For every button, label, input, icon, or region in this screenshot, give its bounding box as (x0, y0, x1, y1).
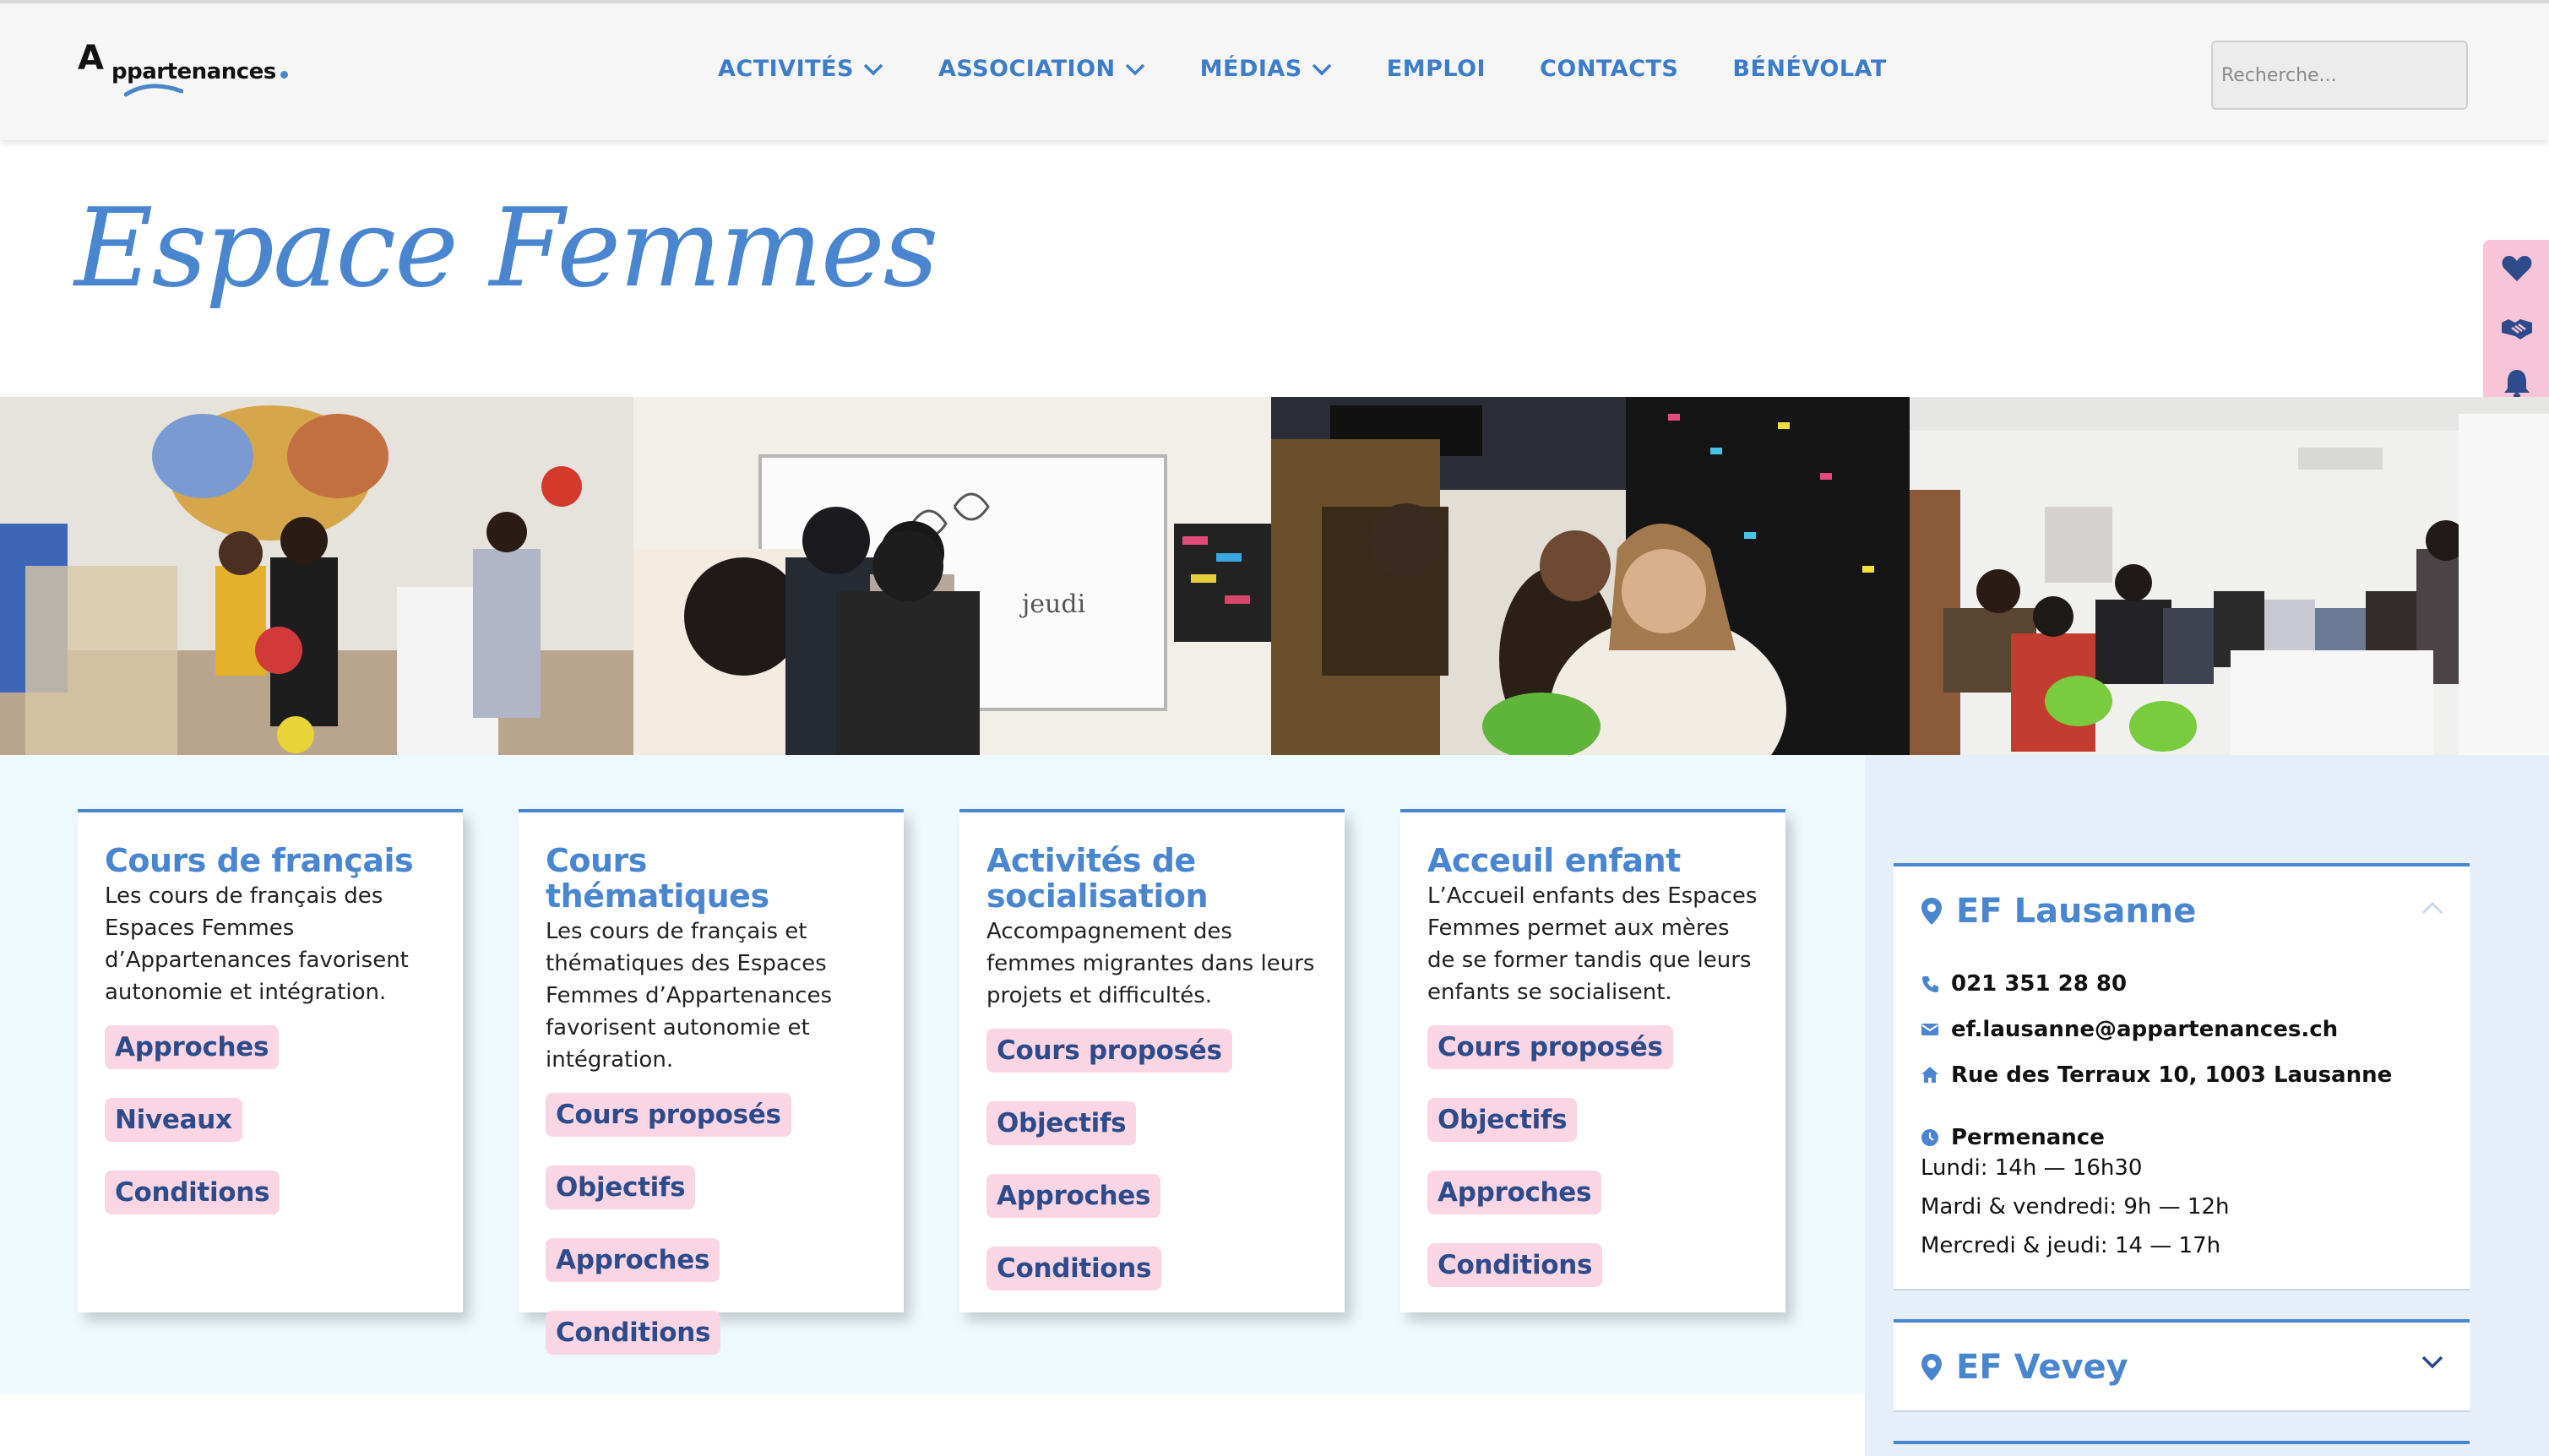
nav-label: ASSOCIATION (938, 56, 1116, 82)
phone-row: 021 351 28 80 (1921, 971, 2127, 997)
location-panel-vevey[interactable]: EF Vevey (1894, 1319, 2470, 1412)
site-header: A ppartenances ACTIVITÉS ASSOCIATION MÉD… (0, 0, 2549, 140)
tag-button[interactable]: Objectifs (1427, 1098, 1578, 1142)
nav-activites[interactable]: ACTIVITÉS (718, 56, 884, 82)
card-tags: Approches Niveaux Conditions (105, 1025, 436, 1243)
logo[interactable]: A ppartenances (78, 37, 297, 105)
card-cours-thematiques: Cours thématiques Les cours de français … (519, 809, 904, 1355)
main-nav: ACTIVITÉS ASSOCIATION MÉDIAS EMPLOI CONT… (718, 56, 1941, 82)
side-action-bar (2483, 240, 2549, 416)
photo-group (1910, 397, 2549, 755)
chevron-down-icon (863, 63, 883, 75)
nav-label: CONTACTS (1540, 56, 1679, 82)
card-text: L’Accueil enfants des Espaces Femmes per… (1427, 883, 1758, 1005)
nav-association[interactable]: ASSOCIATION (938, 56, 1146, 82)
hours-label: Permenance (1951, 1125, 2105, 1150)
card-text: Les cours de français et thématiques des… (546, 919, 833, 1073)
svg-text:jeudi: jeudi (1019, 589, 1085, 619)
search-input[interactable] (2211, 41, 2468, 110)
card-text: Les cours de français des Espaces Femmes… (105, 883, 409, 1005)
logo-swoosh (124, 84, 183, 97)
chevron-up-icon[interactable] (2421, 900, 2444, 915)
clock-icon (1921, 1129, 1938, 1146)
tag-button[interactable]: Niveaux (105, 1098, 242, 1142)
chevron-down-icon[interactable] (2421, 1355, 2444, 1370)
tag-button[interactable]: Conditions (986, 1247, 1162, 1290)
card-title: Acceuil enfant (1427, 842, 1681, 879)
card-activites-socialisation: Activités de socialisation Accompagnemen… (959, 809, 1345, 1312)
nav-label: MÉDIAS (1199, 56, 1302, 82)
address: Rue des Terraux 10, 1003 Lausanne (1951, 1062, 2393, 1088)
photo-strip: jeudi (0, 397, 2549, 755)
tag-button[interactable]: Objectifs (546, 1165, 696, 1209)
tag-button[interactable]: Cours proposés (986, 1029, 1232, 1073)
location-header[interactable]: EF Lausanne (1921, 892, 2196, 931)
tag-button[interactable]: Conditions (105, 1171, 280, 1214)
nav-emploi[interactable]: EMPLOI (1387, 56, 1486, 82)
tag-button[interactable]: Conditions (546, 1311, 721, 1355)
photo-classroom (1271, 397, 1910, 755)
map-pin-icon (1921, 898, 1942, 925)
bell-icon[interactable] (2500, 367, 2534, 400)
hours-line: Mardi & vendredi: 9h — 12h (1921, 1194, 2230, 1220)
page-title: Espace Femmes (74, 186, 938, 312)
mail-icon (1921, 1024, 1938, 1035)
card-title: Cours de français (105, 842, 414, 879)
nav-label: BÉNÉVOLAT (1732, 56, 1887, 82)
hours-heading-row: Permenance (1921, 1125, 2105, 1150)
phone-icon (1922, 976, 1938, 992)
hours-line: Lundi: 14h — 16h30 (1921, 1155, 2143, 1181)
email-row: ef.lausanne@appartenances.ch (1921, 1017, 2338, 1042)
tag-button[interactable]: Approches (986, 1174, 1161, 1218)
card-accueil-enfant: Acceuil enfant L’Accueil enfants des Esp… (1400, 809, 1785, 1312)
nav-label: EMPLOI (1386, 56, 1486, 82)
tag-button[interactable]: Cours proposés (1427, 1025, 1673, 1069)
tag-button[interactable]: Cours proposés (546, 1093, 791, 1137)
heart-icon[interactable] (2500, 252, 2534, 285)
location-panel-lausanne: EF Lausanne 021 351 28 80 ef.lausanne@ap… (1894, 863, 2470, 1290)
chevron-down-icon (1125, 63, 1144, 75)
card-tags: Cours proposés Objectifs Approches Condi… (986, 1029, 1318, 1319)
location-name: EF Vevey (1956, 1348, 2128, 1387)
card-title: Cours thématiques (546, 842, 769, 915)
handshake-icon[interactable] (2500, 311, 2534, 345)
tag-button[interactable]: Approches (546, 1238, 720, 1282)
card-title: Activités de socialisation (986, 842, 1209, 915)
location-panel-next-edge (1894, 1441, 2470, 1444)
nav-contacts[interactable]: CONTACTS (1540, 56, 1678, 82)
phone-number[interactable]: 021 351 28 80 (1951, 971, 2127, 997)
card-tags: Cours proposés Objectifs Approches Condi… (1427, 1025, 1758, 1316)
chevron-down-icon (1312, 63, 1332, 75)
location-name: EF Lausanne (1956, 892, 2197, 931)
photo-whiteboard: jeudi (633, 397, 1271, 755)
nav-label: ACTIVITÉS (718, 56, 854, 82)
card-text: Accompagnement des femmes migrantes dans… (986, 919, 1315, 1008)
email-address[interactable]: ef.lausanne@appartenances.ch (1951, 1017, 2338, 1042)
photo-childcare (0, 397, 633, 755)
logo-letter: A (78, 39, 104, 78)
hours-list: Lundi: 14h — 16h30 Mardi & vendredi: 9h … (1921, 1149, 2229, 1265)
tag-button[interactable]: Approches (105, 1025, 280, 1069)
hours-line: Mercredi & jeudi: 14 — 17h (1921, 1233, 2221, 1258)
card-cours-francais: Cours de français Les cours de français … (78, 809, 463, 1312)
tag-button[interactable]: Approches (1427, 1171, 1602, 1214)
nav-medias[interactable]: MÉDIAS (1200, 56, 1333, 82)
home-icon (1921, 1067, 1938, 1083)
address-row: Rue des Terraux 10, 1003 Lausanne (1921, 1062, 2392, 1088)
map-pin-icon (1921, 1354, 1942, 1381)
location-header[interactable]: EF Vevey (1921, 1348, 2128, 1387)
tag-button[interactable]: Conditions (1427, 1243, 1603, 1287)
nav-benevolat[interactable]: BÉNÉVOLAT (1732, 56, 1886, 82)
logo-dot (280, 71, 288, 79)
card-tags: Cours proposés Objectifs Approches Condi… (546, 1093, 877, 1383)
tag-button[interactable]: Objectifs (986, 1101, 1137, 1145)
